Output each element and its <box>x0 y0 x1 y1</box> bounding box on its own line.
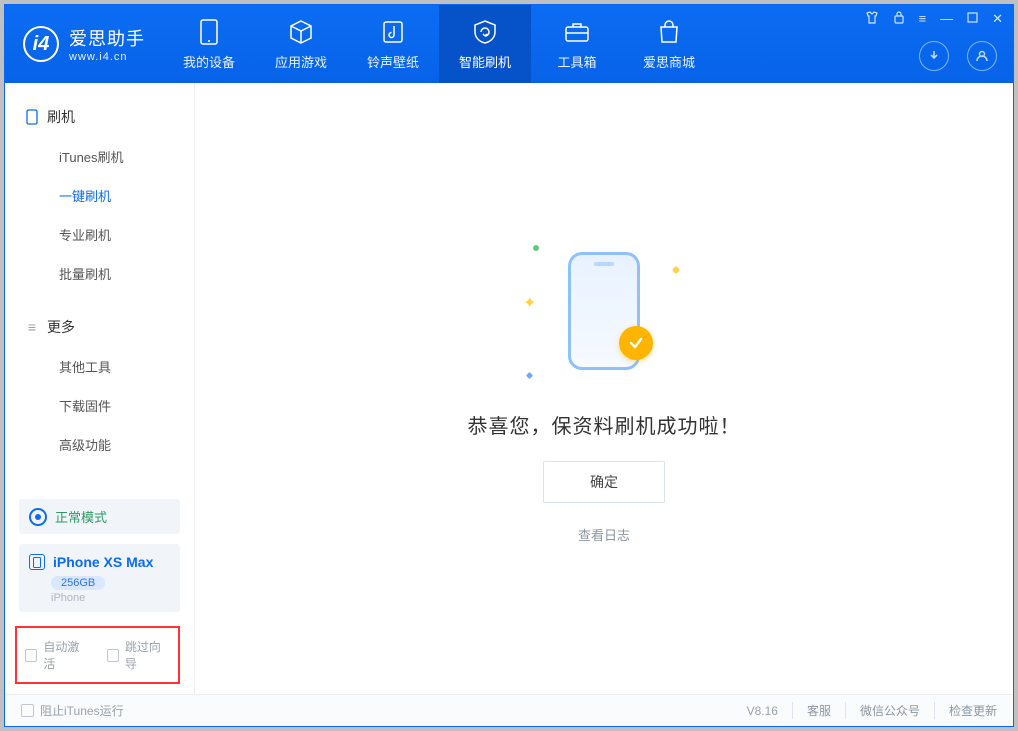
nav-my-device[interactable]: 我的设备 <box>163 5 255 83</box>
sidebar: 刷机 iTunes刷机 一键刷机 专业刷机 批量刷机 ≡ 更多 其他工具 下载固… <box>5 83 195 694</box>
device-panel: 正常模式 iPhone XS Max 256GB iPhone <box>5 499 194 618</box>
sidebar-item-itunes-flash[interactable]: iTunes刷机 <box>5 137 194 176</box>
brand: i4 爱思助手 www.i4.cn <box>5 5 163 83</box>
shopping-bag-icon <box>658 18 680 46</box>
device-name: iPhone XS Max <box>53 554 153 570</box>
sidebar-group-label: 更多 <box>47 317 75 337</box>
decor-dot-icon <box>526 372 533 379</box>
sidebar-group-more: ≡ 更多 <box>5 307 194 347</box>
maximize-button[interactable] <box>967 11 978 27</box>
top-nav: 我的设备 应用游戏 铃声壁纸 智能刷机 工具箱 爱思商城 <box>163 5 715 83</box>
user-icon[interactable] <box>967 41 997 71</box>
sidebar-item-download-firmware[interactable]: 下载固件 <box>5 386 194 425</box>
device-mode-row[interactable]: 正常模式 <box>19 499 180 534</box>
checkmark-badge-icon <box>619 326 653 360</box>
checkbox-label: 跳过向导 <box>125 638 170 672</box>
footer-link-wechat[interactable]: 微信公众号 <box>845 702 934 719</box>
checkbox-block-itunes[interactable]: 阻止iTunes运行 <box>21 702 124 719</box>
sidebar-item-pro-flash[interactable]: 专业刷机 <box>5 215 194 254</box>
checkbox-icon <box>107 649 119 662</box>
cube-icon <box>288 18 314 46</box>
menu-icon[interactable]: ≡ <box>919 11 927 27</box>
checkbox-icon <box>25 649 37 662</box>
window-controls: ≡ — ✕ <box>865 11 1004 27</box>
brand-logo-icon: i4 <box>23 26 59 62</box>
brand-name: 爱思助手 <box>69 25 145 51</box>
brand-site: www.i4.cn <box>69 51 145 63</box>
checkbox-icon <box>21 704 34 717</box>
download-icon[interactable] <box>919 41 949 71</box>
nav-toolbox[interactable]: 工具箱 <box>531 5 623 83</box>
success-title: 恭喜您，保资料刷机成功啦！ <box>468 410 741 439</box>
footer-link-support[interactable]: 客服 <box>792 702 845 719</box>
device-mode-label: 正常模式 <box>55 507 107 526</box>
nav-label: 应用游戏 <box>275 52 327 71</box>
nav-label: 工具箱 <box>557 52 596 71</box>
music-note-icon <box>382 18 404 46</box>
close-button[interactable]: ✕ <box>992 11 1003 27</box>
mode-indicator-icon <box>29 508 47 526</box>
checkbox-label: 自动激活 <box>43 638 88 672</box>
nav-ringtones-wallpapers[interactable]: 铃声壁纸 <box>347 5 439 83</box>
sidebar-item-other-tools[interactable]: 其他工具 <box>5 347 194 386</box>
minimize-button[interactable]: — <box>940 11 953 27</box>
options-row: 自动激活 跳过向导 <box>15 626 180 684</box>
refresh-shield-icon <box>472 18 498 46</box>
device-phone-icon <box>29 554 45 570</box>
sparkle-icon: ✦ <box>523 293 536 313</box>
sidebar-group-flash: 刷机 <box>5 97 194 137</box>
footer: 阻止iTunes运行 V8.16 客服 微信公众号 检查更新 <box>5 694 1013 726</box>
nav-label: 铃声壁纸 <box>367 52 419 71</box>
ok-button[interactable]: 确定 <box>543 461 665 503</box>
view-log-link[interactable]: 查看日志 <box>578 525 630 544</box>
decor-dot-icon <box>672 266 680 274</box>
sidebar-group-label: 刷机 <box>47 107 75 127</box>
header-right-icons <box>919 41 997 71</box>
tshirt-icon[interactable] <box>865 11 879 27</box>
app-window: i4 爱思助手 www.i4.cn 我的设备 应用游戏 铃声壁纸 智能刷机 <box>4 4 1014 727</box>
footer-link-check-update[interactable]: 检查更新 <box>934 702 997 719</box>
body: 刷机 iTunes刷机 一键刷机 专业刷机 批量刷机 ≡ 更多 其他工具 下载固… <box>5 83 1013 694</box>
nav-label: 智能刷机 <box>459 52 511 71</box>
version-label: V8.16 <box>747 704 778 718</box>
main-content: ✦ 恭喜您，保资料刷机成功啦！ 确定 查看日志 <box>195 83 1013 694</box>
checkbox-label: 阻止iTunes运行 <box>40 702 124 719</box>
sidebar-item-advanced[interactable]: 高级功能 <box>5 425 194 464</box>
sidebar-scroll: 刷机 iTunes刷机 一键刷机 专业刷机 批量刷机 ≡ 更多 其他工具 下载固… <box>5 83 194 499</box>
nav-store[interactable]: 爱思商城 <box>623 5 715 83</box>
sidebar-item-batch-flash[interactable]: 批量刷机 <box>5 254 194 293</box>
sidebar-item-one-click-flash[interactable]: 一键刷机 <box>5 176 194 215</box>
nav-smart-flash[interactable]: 智能刷机 <box>439 5 531 83</box>
nav-label: 爱思商城 <box>643 52 695 71</box>
success-illustration: ✦ <box>519 233 689 388</box>
checkbox-auto-activate[interactable]: 自动激活 <box>25 638 89 672</box>
device-type: iPhone <box>51 592 170 604</box>
device-capacity-badge: 256GB <box>51 576 105 590</box>
checkbox-skip-guide[interactable]: 跳过向导 <box>107 638 171 672</box>
nav-apps-games[interactable]: 应用游戏 <box>255 5 347 83</box>
lock-icon[interactable] <box>893 11 905 27</box>
nav-label: 我的设备 <box>183 52 235 71</box>
device-row[interactable]: iPhone XS Max 256GB iPhone <box>19 544 180 612</box>
header: i4 爱思助手 www.i4.cn 我的设备 应用游戏 铃声壁纸 智能刷机 <box>5 5 1013 83</box>
toolbox-icon <box>564 18 590 46</box>
menu-lines-icon: ≡ <box>25 319 39 335</box>
decor-dot-icon <box>533 245 539 251</box>
phone-outline-icon <box>25 109 39 125</box>
brand-text: 爱思助手 www.i4.cn <box>69 25 145 63</box>
phone-icon <box>200 18 218 46</box>
